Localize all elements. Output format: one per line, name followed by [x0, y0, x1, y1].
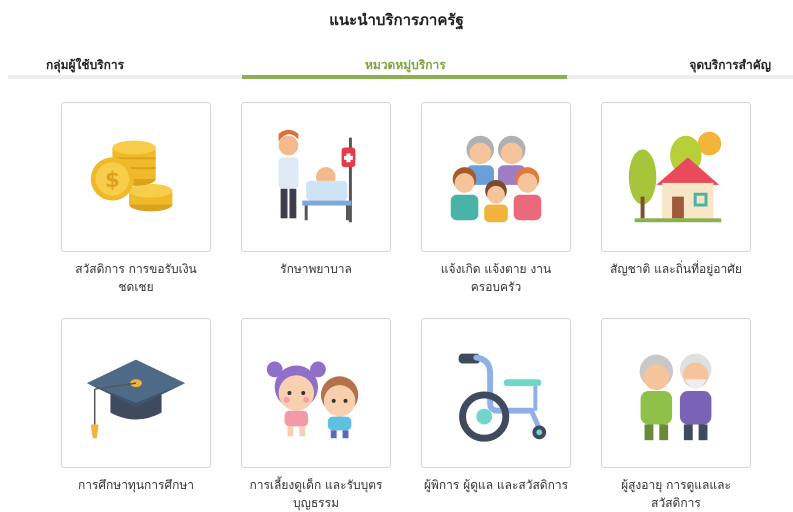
service-card-image: [421, 318, 571, 468]
service-card-family-registration[interactable]: แจ้งเกิด แจ้งตาย งานครอบครัว: [421, 102, 571, 296]
tab-service-categories[interactable]: หมวดหมู่บริการ: [365, 56, 446, 75]
wheelchair-icon: [458, 353, 547, 442]
service-card-image: [241, 318, 391, 468]
page-title: แนะนำบริการภาครัฐ: [329, 11, 464, 29]
category-tabs: กลุ่มผู้ใช้บริการ หมวดหมู่บริการ จุดบริก…: [8, 50, 793, 80]
family-icon: [450, 135, 542, 223]
service-label: สัญชาติ และถิ่นที่อยู่อาศัย: [610, 262, 742, 276]
tab-user-groups[interactable]: กลุ่มผู้ใช้บริการ: [46, 56, 124, 75]
service-card-disabled[interactable]: ผู้พิการ ผู้ดูแล และสวัสดิการ: [421, 318, 571, 494]
service-card-medical[interactable]: รักษาพยาบาล: [241, 102, 391, 278]
service-label: สวัสดิการ การขอรับเงินชดเชย: [75, 262, 197, 294]
service-card-image: [601, 318, 751, 468]
service-card-image: $: [61, 102, 211, 252]
service-label: รักษาพยาบาล: [280, 262, 352, 276]
service-card-education[interactable]: การศึกษาทุนการศึกษา: [61, 318, 211, 494]
coins-icon: $: [90, 140, 173, 212]
hospital-bed-icon: [278, 129, 356, 223]
service-card-image: [241, 102, 391, 252]
service-card-residence[interactable]: สัญชาติ และถิ่นที่อยู่อาศัย: [601, 102, 751, 278]
service-label: ผู้พิการ ผู้ดูแล และสวัสดิการ: [423, 478, 569, 492]
service-card-image: [421, 102, 571, 252]
elderly-icon: [639, 353, 712, 441]
children-icon: [266, 361, 359, 439]
service-card-childcare[interactable]: การเลี้ยงดูเด็ก และรับบุตรบุญธรรม: [241, 318, 391, 512]
service-label: แจ้งเกิด แจ้งตาย งานครอบครัว: [440, 262, 552, 294]
service-card-welfare[interactable]: $ สวัสดิการ การขอรับเงินชดเชย: [61, 102, 211, 296]
svg-text:$: $: [105, 168, 120, 193]
tab-active-indicator: [242, 75, 567, 79]
service-card-image: [61, 318, 211, 468]
graduation-cap-icon: [86, 359, 186, 439]
tab-service-points[interactable]: จุดบริการสำคัญ: [689, 56, 771, 75]
service-label: การศึกษาทุนการศึกษา: [77, 478, 195, 492]
service-label: ผู้สูงอายุ การดูแลและสวัสดิการ: [621, 478, 731, 510]
service-card-image: [601, 102, 751, 252]
service-card-elderly[interactable]: ผู้สูงอายุ การดูแลและสวัสดิการ: [601, 318, 751, 512]
house-icon: [628, 131, 722, 223]
service-label: การเลี้ยงดูเด็ก และรับบุตรบุญธรรม: [249, 478, 383, 510]
